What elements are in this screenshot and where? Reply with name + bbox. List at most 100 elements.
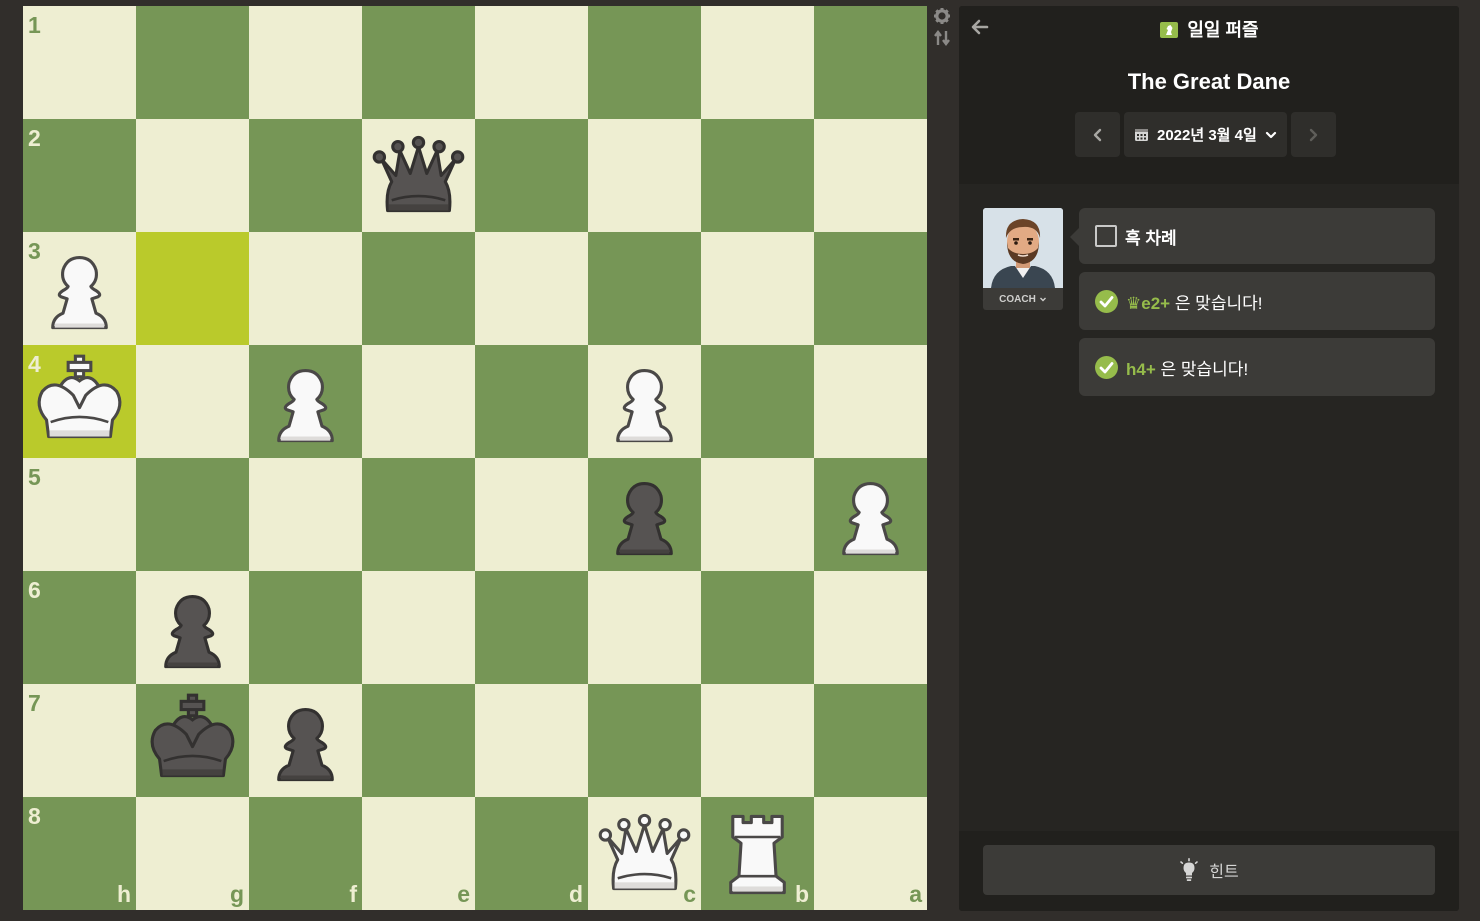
square-a8[interactable]: a (814, 797, 927, 910)
square-a1[interactable] (814, 6, 927, 119)
square-g7[interactable] (136, 684, 249, 797)
square-g6[interactable] (136, 571, 249, 684)
coach-label: COACH (999, 293, 1036, 305)
square-d4[interactable] (475, 345, 588, 458)
square-f7[interactable] (249, 684, 362, 797)
square-a5[interactable] (814, 458, 927, 571)
square-h6[interactable]: 6 (23, 571, 136, 684)
header-label: 일일 퍼즐 (1187, 20, 1259, 40)
square-g5[interactable] (136, 458, 249, 571)
chevron-right-icon (1310, 128, 1318, 141)
white-pawn-icon[interactable] (819, 463, 922, 566)
square-d8[interactable]: d (475, 797, 588, 910)
square-c2[interactable] (588, 119, 701, 232)
chess-board[interactable]: 12345678h gfe dcb a (23, 6, 927, 910)
square-b3[interactable] (701, 232, 814, 345)
square-b8[interactable]: b (701, 797, 814, 910)
white-rook-icon[interactable] (706, 802, 809, 905)
square-a7[interactable] (814, 684, 927, 797)
square-e2[interactable] (362, 119, 475, 232)
square-c7[interactable] (588, 684, 701, 797)
black-pawn-icon[interactable] (254, 689, 357, 792)
square-h5[interactable]: 5 (23, 458, 136, 571)
square-c1[interactable] (588, 6, 701, 119)
square-b7[interactable] (701, 684, 814, 797)
square-f2[interactable] (249, 119, 362, 232)
square-g2[interactable] (136, 119, 249, 232)
square-h7[interactable]: 7 (23, 684, 136, 797)
file-label: d (568, 881, 583, 907)
flip-board-icon[interactable] (933, 29, 951, 47)
square-g8[interactable]: g (136, 797, 249, 910)
rank-label: 8 (28, 803, 41, 829)
square-f3[interactable] (249, 232, 362, 345)
square-e3[interactable] (362, 232, 475, 345)
square-h4[interactable]: 4 (23, 345, 136, 458)
square-b4[interactable] (701, 345, 814, 458)
black-king-icon[interactable] (141, 689, 244, 792)
square-e6[interactable] (362, 571, 475, 684)
square-g1[interactable] (136, 6, 249, 119)
square-f4[interactable] (249, 345, 362, 458)
gear-icon[interactable] (933, 7, 951, 25)
white-pawn-icon[interactable] (593, 350, 696, 453)
square-d3[interactable] (475, 232, 588, 345)
correct-move-notation: h4+ (1126, 359, 1156, 379)
turn-message: 흑 차례 (1070, 208, 1435, 264)
white-king-icon[interactable] (28, 350, 131, 453)
square-e1[interactable] (362, 6, 475, 119)
square-e5[interactable] (362, 458, 475, 571)
square-c6[interactable] (588, 571, 701, 684)
square-h3[interactable]: 3 (23, 232, 136, 345)
square-a3[interactable] (814, 232, 927, 345)
square-e7[interactable] (362, 684, 475, 797)
square-h8[interactable]: 8h (23, 797, 136, 910)
square-e8[interactable]: e (362, 797, 475, 910)
square-f5[interactable] (249, 458, 362, 571)
black-pawn-icon[interactable] (593, 463, 696, 566)
next-puzzle-button[interactable] (1290, 112, 1336, 157)
file-label: a (909, 881, 922, 907)
correct-move-message: ♛e2+ 은 맞습니다! (1079, 272, 1435, 330)
square-d1[interactable] (475, 6, 588, 119)
file-label: g (229, 881, 244, 907)
square-a6[interactable] (814, 571, 927, 684)
white-queen-icon[interactable] (593, 802, 696, 905)
white-pawn-icon[interactable] (28, 237, 131, 340)
square-d2[interactable] (475, 119, 588, 232)
black-queen-icon[interactable] (367, 124, 470, 227)
square-g4[interactable] (136, 345, 249, 458)
square-h2[interactable]: 2 (23, 119, 136, 232)
coach-dropdown[interactable]: COACH (983, 288, 1063, 310)
square-c8[interactable]: c (588, 797, 701, 910)
square-b6[interactable] (701, 571, 814, 684)
square-c4[interactable] (588, 345, 701, 458)
turn-checkbox (1095, 225, 1117, 247)
square-h1[interactable]: 1 (23, 6, 136, 119)
correct-move-text: 은 맞습니다! (1174, 293, 1263, 313)
square-e4[interactable] (362, 345, 475, 458)
square-b2[interactable] (701, 119, 814, 232)
square-c3[interactable] (588, 232, 701, 345)
square-c5[interactable] (588, 458, 701, 571)
square-b5[interactable] (701, 458, 814, 571)
prev-puzzle-button[interactable] (1075, 112, 1120, 157)
turn-text: 흑 차례 (1125, 228, 1177, 248)
square-b1[interactable] (701, 6, 814, 119)
square-d6[interactable] (475, 571, 588, 684)
square-g3[interactable] (136, 232, 249, 345)
square-f6[interactable] (249, 571, 362, 684)
puzzle-panel: 일일 퍼즐 The Great Dane 2022년 3월 4일 COACH 흑… (959, 6, 1459, 911)
square-d7[interactable] (475, 684, 588, 797)
panel-header: 일일 퍼즐 (959, 17, 1459, 41)
square-f8[interactable]: f (249, 797, 362, 910)
black-pawn-icon[interactable] (141, 576, 244, 679)
white-pawn-icon[interactable] (254, 350, 357, 453)
square-a4[interactable] (814, 345, 927, 458)
coach[interactable]: COACH (983, 208, 1063, 310)
square-f1[interactable] (249, 6, 362, 119)
date-picker-button[interactable]: 2022년 3월 4일 (1124, 112, 1287, 157)
square-a2[interactable] (814, 119, 927, 232)
hint-button[interactable]: 힌트 (983, 845, 1435, 895)
square-d5[interactable] (475, 458, 588, 571)
